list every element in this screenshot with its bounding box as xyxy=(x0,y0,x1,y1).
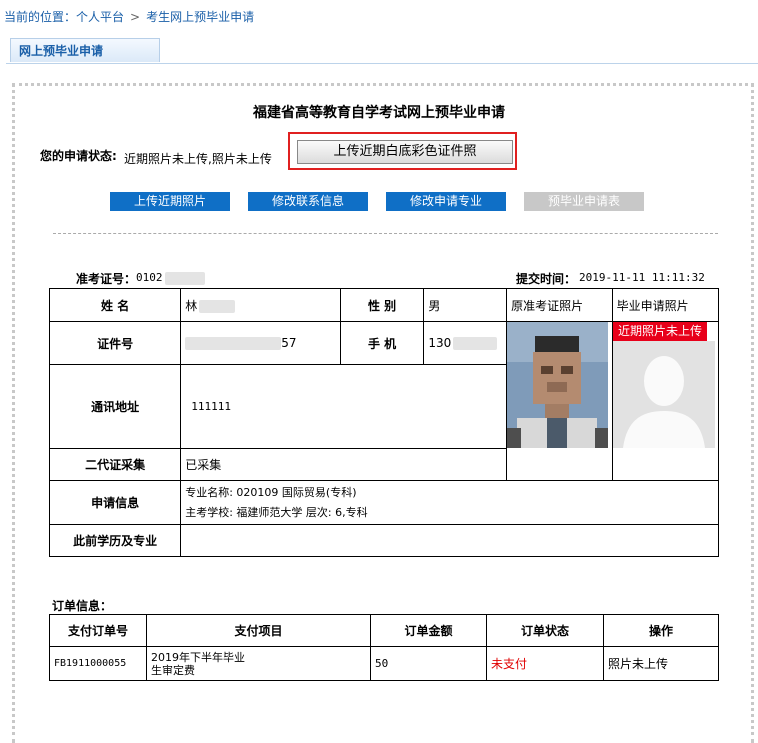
prior-education-label: 此前学历及专业 xyxy=(48,524,182,557)
order-header-status: 订单状态 xyxy=(486,614,604,647)
name-value: 林 xyxy=(180,288,341,322)
apply-info-label: 申请信息 xyxy=(48,480,182,525)
order-table: 支付订单号 支付项目 订单金额 订单状态 操作 FB1911000055 201… xyxy=(49,614,719,681)
major-line: 专业名称: 020109 国际贸易(专科) xyxy=(185,485,357,499)
order-item: 2019年下半年毕业 生审定费 xyxy=(146,646,371,681)
apply-info-value: 专业名称: 020109 国际贸易(专科) 主考学校: 福建师范大学 层次: 6… xyxy=(180,480,719,525)
exam-id-value: 0102 xyxy=(136,271,205,285)
breadcrumb-item-current[interactable]: 考生网上预毕业申请 xyxy=(146,10,254,24)
submit-time-value: 2019-11-11 11:11:32 xyxy=(579,271,705,284)
address-label: 通讯地址 xyxy=(48,364,182,449)
page-title: 福建省高等教育自学考试网上预毕业申请 xyxy=(253,105,505,121)
order-header-operation: 操作 xyxy=(603,614,719,647)
exam-id-label: 准考证号： xyxy=(76,272,137,286)
original-exam-photo xyxy=(507,322,608,448)
edit-major-button[interactable]: 修改申请专业 xyxy=(386,192,506,211)
order-operation: 照片未上传 xyxy=(603,646,719,681)
order-header-item: 支付项目 xyxy=(146,614,371,647)
original-photo-label: 原准考证照片 xyxy=(506,288,613,322)
status-label: 您的申请状态: xyxy=(40,149,117,163)
tab-bar: 网上预毕业申请 xyxy=(6,36,758,64)
order-header-amount: 订单金额 xyxy=(370,614,487,647)
id-value: 57 xyxy=(180,321,341,365)
breadcrumb-separator: > xyxy=(130,10,141,24)
second-gen-value: 已采集 xyxy=(180,448,508,481)
phone-label: 手 机 xyxy=(339,321,425,365)
order-section-label: 订单信息： xyxy=(52,599,113,613)
prior-education-value xyxy=(180,524,719,557)
photo-not-uploaded-badge: 近期照片未上传 xyxy=(613,322,707,341)
divider xyxy=(53,233,718,234)
status-value: 近期照片未上传,照片未上传 xyxy=(124,152,272,166)
graduation-photo-label: 毕业申请照片 xyxy=(611,288,720,322)
submit-time-label: 提交时间： xyxy=(516,272,577,286)
name-label: 姓 名 xyxy=(48,288,182,322)
breadcrumb-prefix: 当前的位置： xyxy=(4,10,77,24)
order-item-line1: 2019年下半年毕业 xyxy=(151,650,245,664)
gender-label: 性 别 xyxy=(339,288,425,322)
table-row: FB1911000055 2019年下半年毕业 生审定费 50 未支付 照片未上… xyxy=(49,646,719,681)
breadcrumb: 当前的位置：个人平台 > 考生网上预毕业申请 xyxy=(4,8,254,25)
id-label: 证件号 xyxy=(48,321,182,365)
order-no: FB1911000055 xyxy=(49,646,147,681)
graduation-photo-placeholder xyxy=(613,341,715,448)
edit-contact-button[interactable]: 修改联系信息 xyxy=(248,192,368,211)
upload-recent-photo-button[interactable]: 上传近期照片 xyxy=(110,192,230,211)
pre-graduation-form-button: 预毕业申请表 xyxy=(524,192,644,211)
order-header-no: 支付订单号 xyxy=(49,614,147,647)
school-line: 主考学校: 福建师范大学 层次: 6,专科 xyxy=(185,505,368,519)
gender-value: 男 xyxy=(423,288,508,322)
order-status: 未支付 xyxy=(486,646,604,681)
address-value: 111111 xyxy=(180,364,508,449)
order-amount: 50 xyxy=(370,646,487,681)
tab-pre-graduation[interactable]: 网上预毕业申请 xyxy=(10,38,160,62)
phone-value: 130 xyxy=(423,321,508,365)
order-item-line2: 生审定费 xyxy=(151,663,195,677)
second-gen-label: 二代证采集 xyxy=(48,448,182,481)
upload-photo-button[interactable]: 上传近期白底彩色证件照 xyxy=(297,140,513,164)
breadcrumb-item-personal[interactable]: 个人平台 xyxy=(76,10,124,24)
